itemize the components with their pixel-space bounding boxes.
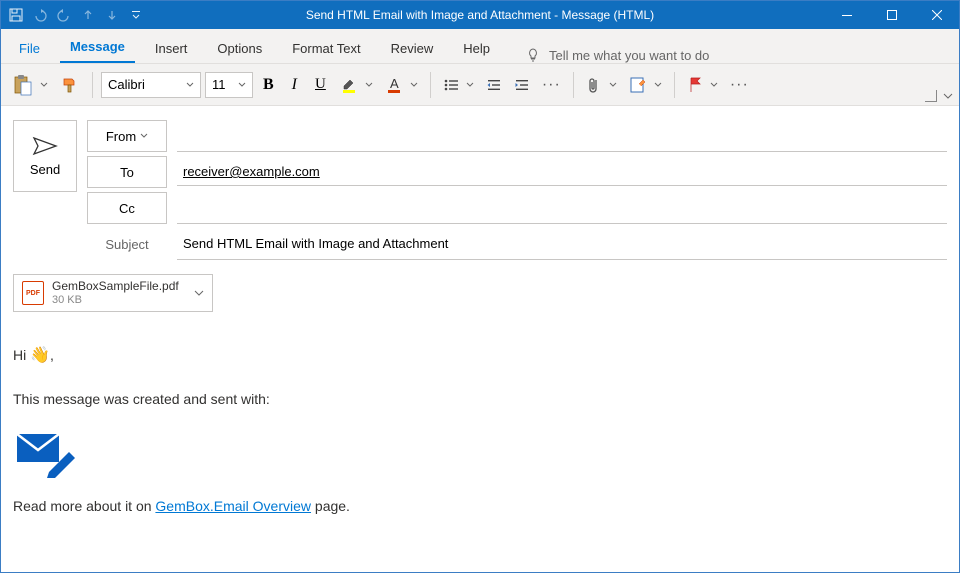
highlight-button[interactable] (336, 71, 377, 99)
more-paragraph-button[interactable]: ··· (538, 71, 565, 99)
subject-input[interactable] (177, 228, 947, 260)
svg-text:A: A (390, 76, 399, 91)
chevron-down-icon (238, 81, 246, 89)
font-combo[interactable]: Calibri (101, 72, 201, 98)
tab-options[interactable]: Options (207, 34, 272, 63)
tab-format-text[interactable]: Format Text (282, 34, 370, 63)
send-icon (32, 136, 58, 156)
paste-button[interactable] (9, 71, 52, 99)
lightbulb-icon (525, 47, 541, 63)
qat-customize-icon[interactable] (129, 8, 143, 22)
chevron-down-icon (365, 81, 373, 89)
tab-help[interactable]: Help (453, 34, 500, 63)
to-field[interactable]: receiver@example.com (177, 158, 947, 186)
format-painter-button[interactable] (56, 71, 84, 99)
tell-me-search[interactable]: Tell me what you want to do (525, 47, 709, 63)
gembox-logo-image (13, 428, 77, 478)
flag-button[interactable] (683, 71, 722, 99)
maximize-button[interactable] (869, 1, 914, 29)
titlebar: Send HTML Email with Image and Attachmen… (1, 1, 959, 29)
body-line1: This message was created and sent with: (13, 387, 947, 412)
from-button[interactable]: From (87, 120, 167, 152)
font-color-button[interactable]: A (381, 71, 422, 99)
underline-button[interactable]: U (309, 71, 332, 99)
chevron-down-icon[interactable] (943, 91, 953, 101)
cc-button[interactable]: Cc (87, 192, 167, 224)
save-icon[interactable] (9, 8, 23, 22)
down-arrow-icon[interactable] (105, 8, 119, 22)
indent-button[interactable] (510, 71, 534, 99)
pdf-file-icon: PDF (22, 281, 44, 305)
cc-input[interactable] (177, 192, 947, 224)
signature-button[interactable] (625, 71, 666, 99)
tab-message[interactable]: Message (60, 32, 135, 63)
outdent-button[interactable] (482, 71, 506, 99)
bullet-list-button[interactable] (439, 71, 478, 99)
minimize-button[interactable] (824, 1, 869, 29)
to-button[interactable]: To (87, 156, 167, 188)
up-arrow-icon[interactable] (81, 8, 95, 22)
attachment-name: GemBoxSampleFile.pdf (52, 279, 186, 293)
chevron-down-icon (186, 81, 194, 89)
chevron-down-icon (466, 81, 474, 89)
tab-insert[interactable]: Insert (145, 34, 198, 63)
redo-icon[interactable] (57, 8, 71, 22)
chevron-down-icon (140, 132, 148, 140)
attach-button[interactable] (582, 71, 621, 99)
compose-header: Send From To receiver@example.com Cc Sub… (1, 106, 959, 274)
chevron-down-icon[interactable] (194, 288, 204, 298)
italic-button[interactable]: I (284, 71, 305, 99)
chevron-down-icon (410, 81, 418, 89)
send-button[interactable]: Send (13, 120, 77, 192)
chevron-down-icon (654, 81, 662, 89)
attachment-area: PDF GemBoxSampleFile.pdf 30 KB (1, 274, 959, 322)
font-size-combo[interactable]: 11 (205, 72, 253, 98)
chevron-down-icon (609, 81, 617, 89)
subject-label: Subject (87, 237, 167, 252)
ribbon-toolbar: Calibri 11 B I U A ··· ··· (1, 64, 959, 106)
undo-icon[interactable] (33, 8, 47, 22)
dialog-launcher-icon[interactable] (925, 90, 937, 102)
attachment-size: 30 KB (52, 294, 186, 307)
more-commands-button[interactable]: ··· (726, 71, 753, 99)
close-button[interactable] (914, 1, 959, 29)
from-input[interactable] (177, 120, 947, 152)
attachment-item[interactable]: PDF GemBoxSampleFile.pdf 30 KB (13, 274, 213, 312)
wave-emoji: 👋 (30, 342, 50, 371)
overview-link[interactable]: GemBox.Email Overview (155, 498, 311, 514)
bold-button[interactable]: B (257, 71, 280, 99)
tab-file[interactable]: File (9, 34, 50, 63)
tab-review[interactable]: Review (381, 34, 444, 63)
chevron-down-icon (40, 81, 48, 89)
ribbon-tabs: File Message Insert Options Format Text … (1, 29, 959, 64)
window-title: Send HTML Email with Image and Attachmen… (306, 8, 654, 22)
chevron-down-icon (710, 81, 718, 89)
message-body[interactable]: Hi 👋, This message was created and sent … (1, 322, 959, 555)
